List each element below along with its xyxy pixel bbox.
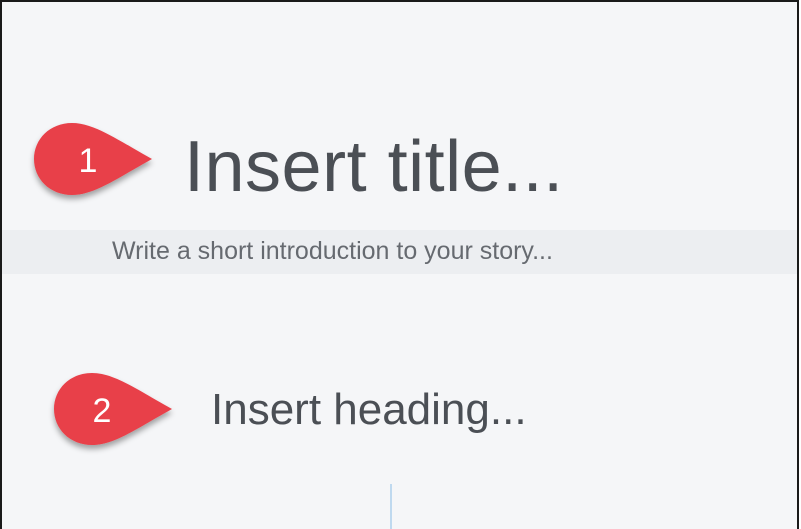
- introduction-input[interactable]: Write a short introduction to your story…: [112, 232, 553, 270]
- heading-input[interactable]: Insert heading...: [211, 382, 527, 438]
- text-caret: [390, 484, 392, 529]
- story-editor-canvas: 1 Insert title... Write a short introduc…: [0, 0, 799, 529]
- title-input[interactable]: Insert title...: [184, 122, 564, 212]
- callout-marker-2: 2: [52, 371, 174, 451]
- marker-number-1: 1: [78, 142, 98, 180]
- callout-marker-1: 1: [32, 121, 154, 201]
- marker-number-2: 2: [92, 392, 112, 430]
